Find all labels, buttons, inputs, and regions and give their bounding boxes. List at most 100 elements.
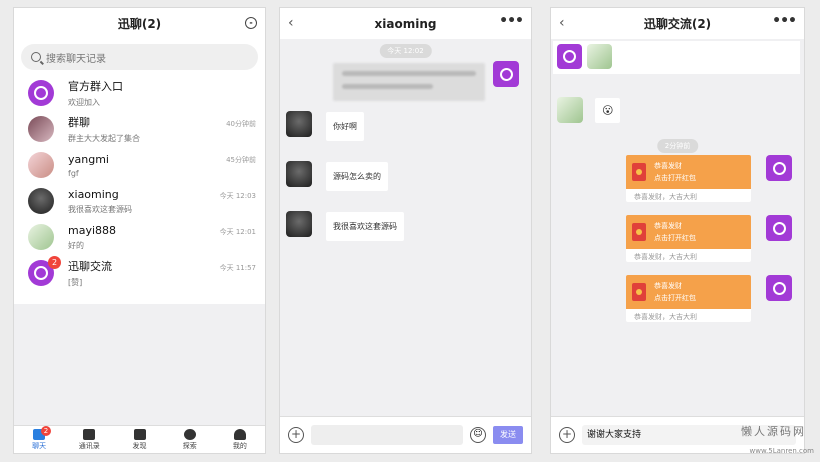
message-area: 😮 2分钟前 恭喜发财 点击打开红包 恭喜发财，大吉大利 恭喜发财 点击打开红包 恭… xyxy=(551,39,804,416)
nav-chat[interactable]: 2 聊天 xyxy=(14,426,64,453)
blurred-message xyxy=(333,63,485,101)
red-packet-action: 点击打开红包 xyxy=(654,174,696,182)
nav-label: 通讯录 xyxy=(78,442,100,450)
my-avatar xyxy=(493,61,519,87)
chat-title: 迅聊交流(2) xyxy=(643,17,712,31)
group-chat-screen: ‹ 迅聊交流(2) ••• 😮 2分钟前 恭喜发财 点击打开红包 恭喜发财，大吉大… xyxy=(550,7,805,454)
search-placeholder: 搜索聊天记录 xyxy=(46,53,106,65)
nav-discover[interactable]: 发现 xyxy=(114,426,164,453)
red-packet-footer: 恭喜发财，大吉大利 xyxy=(634,313,697,321)
conversation-list-screen: 迅聊(2) - 搜索聊天记录 官方群入口欢迎加入 群聊 群主大大发起了集合 40分… xyxy=(13,7,266,454)
nav-contacts[interactable]: 通讯录 xyxy=(64,426,114,453)
conversation-preview: fgf xyxy=(68,168,79,178)
send-button[interactable]: 发送 xyxy=(493,426,523,444)
plus-icon[interactable]: + xyxy=(288,427,304,443)
my-avatar xyxy=(766,275,792,301)
red-packet-title: 恭喜发财 xyxy=(654,282,682,290)
avatar xyxy=(28,80,54,106)
unread-badge: 2 xyxy=(48,256,61,269)
private-chat-screen: ‹ xiaoming ••• 今天 12:02 你好啊 源码怎么卖的 我很喜欢这… xyxy=(279,7,532,454)
conversation-preview: 欢迎加入 xyxy=(68,98,100,107)
conversation-item-mayi888[interactable]: mayi888 好的 今天 12:01 xyxy=(14,219,265,255)
conversation-preview: 我很喜欢这套源码 xyxy=(68,204,132,214)
avatar xyxy=(28,116,54,142)
conversation-item-yangmi[interactable]: yangmi fgf 45分钟前 xyxy=(14,147,265,183)
emoji-icon[interactable]: ☺ xyxy=(470,427,486,443)
bottom-nav: 2 聊天 通讯录 发现 探索 我的 xyxy=(14,425,265,453)
contact-avatar xyxy=(286,211,312,237)
message-input[interactable] xyxy=(311,425,463,445)
conversation-time: 今天 11:57 xyxy=(219,264,256,272)
nav-me[interactable]: 我的 xyxy=(215,426,265,453)
more-options-icon[interactable]: - xyxy=(245,17,257,29)
compass-icon xyxy=(183,429,196,440)
conversation-time: 45分钟前 xyxy=(226,156,256,164)
user-icon xyxy=(233,429,246,440)
conversation-time: 今天 12:01 xyxy=(219,228,256,236)
more-icon[interactable]: ••• xyxy=(499,13,524,29)
watermark-url: www.5Lanren.com xyxy=(749,447,814,455)
conversation-item-xunliao[interactable]: 2 迅聊交流 [赞] 今天 11:57 xyxy=(14,255,265,291)
chat-title: xiaoming xyxy=(374,16,437,31)
red-packet-action: 点击打开红包 xyxy=(654,234,696,242)
timestamp: 今天 12:02 xyxy=(379,44,432,58)
my-avatar xyxy=(766,215,792,241)
red-packet-message[interactable]: 恭喜发财点击打开红包 恭喜发财，大吉大利 xyxy=(626,215,751,262)
nav-label: 探索 xyxy=(182,442,197,450)
member-avatar xyxy=(557,97,583,123)
input-bar: + ☺ 发送 xyxy=(280,416,531,453)
member-avatar xyxy=(557,44,582,69)
red-packet-footer: 恭喜发财，大吉大利 xyxy=(634,193,697,201)
search-icon xyxy=(31,52,41,62)
message-bubble: 源码怎么卖的 xyxy=(326,162,388,191)
my-avatar xyxy=(766,155,792,181)
message-bubble: 你好啊 xyxy=(326,112,364,141)
conversation-time: 40分钟前 xyxy=(226,120,256,128)
red-packet-message[interactable]: 恭喜发财点击打开红包 恭喜发财，大吉大利 xyxy=(626,275,751,322)
red-packet-message[interactable]: 恭喜发财点击打开红包 恭喜发财，大吉大利 xyxy=(626,155,751,202)
page-title: 迅聊(2) xyxy=(117,17,162,31)
chat-header: ‹ xiaoming ••• xyxy=(280,8,531,39)
red-packet-footer: 恭喜发财，大吉大利 xyxy=(634,253,697,261)
nav-label: 我的 xyxy=(232,442,247,450)
search-input[interactable]: 搜索聊天记录 xyxy=(21,44,258,70)
avatar xyxy=(28,152,54,178)
list-header: 迅聊(2) - xyxy=(14,8,265,39)
nav-explore[interactable]: 探索 xyxy=(165,426,215,453)
plus-icon[interactable]: + xyxy=(559,427,575,443)
emoji-message: 😮 xyxy=(595,98,621,123)
conversation-preview: [赞] xyxy=(68,278,83,287)
red-envelope-icon xyxy=(632,163,646,181)
back-icon[interactable]: ‹ xyxy=(288,15,294,31)
more-icon[interactable]: ••• xyxy=(772,13,797,29)
conversation-name: 官方群入口 xyxy=(68,80,123,93)
watermark-logo: 懒人源码网 xyxy=(741,425,806,438)
conversation-time: 今天 12:03 xyxy=(219,192,256,200)
contact-avatar xyxy=(286,161,312,187)
timestamp: 2分钟前 xyxy=(656,139,699,153)
message-bubble: 我很喜欢这套源码 xyxy=(326,212,404,241)
red-envelope-icon xyxy=(632,283,646,301)
red-packet-title: 恭喜发财 xyxy=(654,162,682,170)
grid-icon xyxy=(133,429,146,440)
nav-label: 聊天 xyxy=(32,442,47,450)
nav-label: 发现 xyxy=(132,442,147,450)
avatar: 2 xyxy=(28,256,61,286)
message-area: 今天 12:02 你好啊 源码怎么卖的 我很喜欢这套源码 xyxy=(280,39,531,416)
conversation-item-official[interactable]: 官方群入口 欢迎加入 xyxy=(14,75,265,111)
red-packet-title: 恭喜发财 xyxy=(654,222,682,230)
nav-badge: 2 xyxy=(41,426,51,436)
avatar xyxy=(28,188,54,214)
conversation-item-group[interactable]: 群聊 群主大大发起了集合 40分钟前 xyxy=(14,111,265,147)
red-packet-action: 点击打开红包 xyxy=(654,294,696,302)
member-avatar xyxy=(587,44,612,69)
conversation-item-xiaoming[interactable]: xiaoming 我很喜欢这套源码 今天 12:03 xyxy=(14,183,265,219)
contact-avatar xyxy=(286,111,312,137)
member-strip xyxy=(553,41,800,74)
conversation-preview: 好的 xyxy=(68,240,84,250)
red-envelope-icon xyxy=(632,223,646,241)
chat-header: ‹ 迅聊交流(2) ••• xyxy=(551,8,804,39)
conversation-preview: 群主大大发起了集合 xyxy=(68,134,140,143)
back-icon[interactable]: ‹ xyxy=(559,15,565,31)
contacts-icon xyxy=(83,429,96,440)
